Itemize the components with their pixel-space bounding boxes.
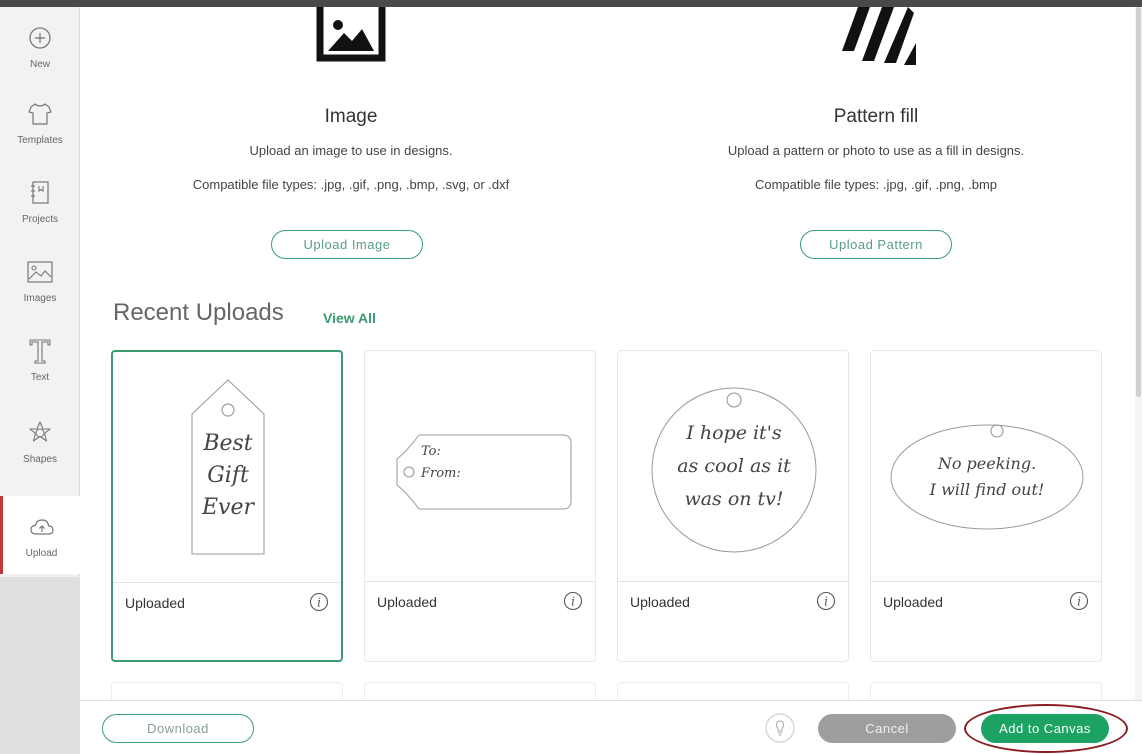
lightbulb-icon[interactable] (764, 712, 796, 744)
upload-card[interactable]: I hope it's as cool as it was on tv! Upl… (617, 350, 849, 662)
upload-card-partial[interactable] (364, 682, 596, 700)
sidebar-item-shapes[interactable]: Shapes (0, 402, 80, 480)
projects-icon (25, 178, 55, 208)
sidebar-item-label: Upload (25, 547, 58, 559)
image-icon (25, 257, 55, 287)
svg-text:i: i (1077, 595, 1081, 609)
upload-card[interactable]: To: From: Uploaded i (364, 350, 596, 662)
sidebar-item-label: Templates (17, 134, 63, 146)
upload-panel: Image Upload an image to use in designs.… (80, 7, 1135, 700)
sidebar-item-new[interactable]: New (0, 7, 80, 85)
sidebar-item-label: Projects (21, 213, 59, 225)
sidebar-item-label: New (29, 58, 50, 70)
card-art-text: From: (421, 466, 461, 481)
scrollbar[interactable] (1135, 7, 1142, 700)
card-art-text: as cool as it (677, 455, 791, 477)
download-button[interactable]: Download (102, 714, 254, 743)
card-art-text: was on tv! (684, 488, 784, 510)
card-label: Uploaded (883, 594, 943, 610)
sidebar-item-label: Text (30, 371, 50, 383)
card-thumbnail: To: From: (365, 351, 595, 579)
card-thumbnail: I hope it's as cool as it was on tv! (618, 351, 848, 579)
upload-pattern-button[interactable]: Upload Pattern (800, 230, 952, 259)
sidebar-filler (0, 577, 80, 754)
pattern-upload-section: Pattern fill Upload a pattern or photo t… (640, 7, 1112, 277)
upload-card-partial[interactable] (111, 682, 343, 700)
svg-text:i: i (571, 595, 575, 609)
text-icon (25, 336, 55, 366)
info-icon[interactable]: i (563, 591, 583, 611)
sidebar-item-images[interactable]: Images (0, 241, 80, 319)
card-art-text: Ever (201, 495, 255, 520)
card-art-text: I hope it's (686, 422, 782, 444)
upload-card[interactable]: Best Gift Ever Uploaded i (111, 350, 343, 662)
sidebar-item-text[interactable]: Text (0, 320, 80, 398)
add-to-canvas-button[interactable]: Add to Canvas (981, 714, 1109, 743)
pattern-title: Pattern fill (833, 106, 919, 127)
image-upload-icon (316, 7, 386, 62)
upload-image-button[interactable]: Upload Image (271, 230, 423, 259)
image-file-types: Compatible file types: .jpg, .gif, .png,… (192, 177, 510, 192)
card-divider (113, 582, 341, 583)
tshirt-icon (25, 99, 55, 129)
card-label: Uploaded (630, 594, 690, 610)
card-art-text: To: (421, 444, 441, 459)
card-thumbnail: No peeking. I will find out! (871, 351, 1101, 579)
card-thumbnail: Best Gift Ever (113, 352, 341, 580)
sidebar-item-upload[interactable]: Upload (0, 496, 80, 574)
card-art-text: Gift (207, 463, 249, 488)
image-upload-section: Image Upload an image to use in designs.… (116, 7, 586, 277)
card-art-text: No peeking. (937, 454, 1037, 473)
footer-bar: Download Cancel Add to Canvas (80, 700, 1142, 754)
sidebar-item-templates[interactable]: Templates (0, 83, 80, 161)
card-label: Uploaded (377, 594, 437, 610)
upload-card[interactable]: No peeking. I will find out! Uploaded i (870, 350, 1102, 662)
svg-text:i: i (824, 595, 828, 609)
image-title: Image (324, 106, 378, 127)
plus-circle-icon (25, 23, 55, 53)
cancel-button[interactable]: Cancel (818, 714, 956, 743)
top-bar (0, 0, 1142, 7)
shapes-icon (25, 418, 55, 448)
sidebar: New Templates Projects Images Text Shape… (0, 7, 80, 754)
card-divider (618, 581, 848, 582)
card-art-text: I will find out! (929, 480, 1045, 499)
scrollbar-thumb[interactable] (1136, 7, 1141, 397)
cloud-upload-icon (27, 512, 57, 542)
sidebar-item-label: Shapes (23, 453, 57, 465)
info-icon[interactable]: i (1069, 591, 1089, 611)
svg-text:i: i (317, 596, 321, 610)
sidebar-item-label: Images (23, 292, 57, 304)
upload-card-partial[interactable] (870, 682, 1102, 700)
info-icon[interactable]: i (816, 591, 836, 611)
sidebar-item-projects[interactable]: Projects (0, 162, 80, 240)
pattern-description: Upload a pattern or photo to use as a fi… (727, 143, 1025, 158)
upload-card-partial[interactable] (617, 682, 849, 700)
view-all-link[interactable]: View All (323, 310, 376, 326)
image-description: Upload an image to use in designs. (249, 143, 453, 158)
card-label: Uploaded (125, 595, 185, 611)
pattern-file-types: Compatible file types: .jpg, .gif, .png,… (754, 177, 998, 192)
card-divider (871, 581, 1101, 582)
card-art-text: Best (203, 431, 253, 456)
info-icon[interactable]: i (309, 592, 329, 612)
card-divider (365, 581, 595, 582)
pattern-fill-icon (842, 7, 916, 65)
recent-uploads-title: Recent Uploads (113, 299, 284, 326)
